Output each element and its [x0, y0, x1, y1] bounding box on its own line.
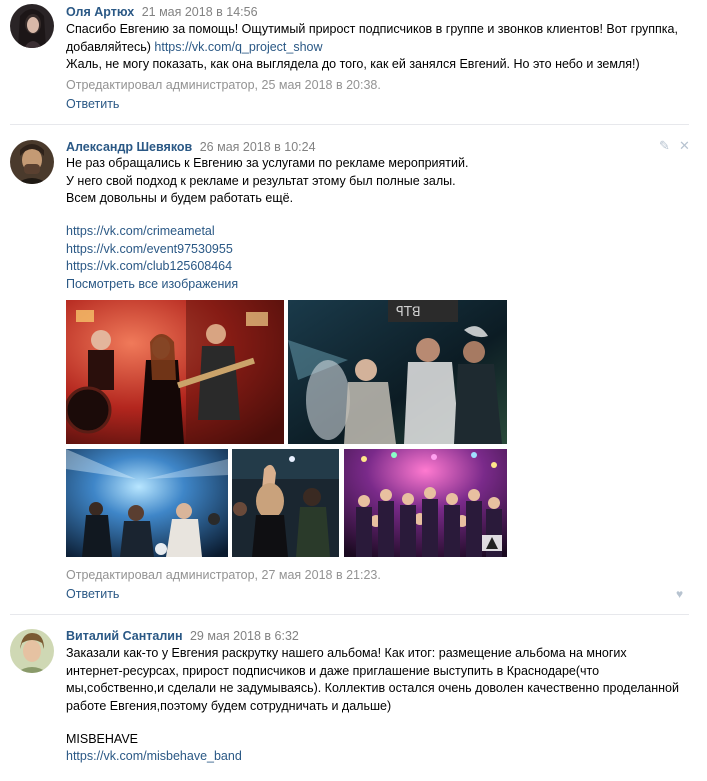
svg-text:ꟼТꓭ: ꟼТꓭ — [396, 305, 421, 320]
band-name: MISBEHAVE — [66, 732, 139, 746]
photo-concert-3[interactable] — [66, 449, 228, 557]
comment-text: Заказали как-то у Евгения раскрутку наше… — [66, 646, 679, 713]
edited-note: Отредактировал администратор, 25 мая 201… — [66, 78, 381, 92]
view-all-images-link[interactable]: Посмотреть все изображения — [66, 277, 238, 291]
comment-link[interactable]: https://vk.com/q_project_show — [154, 40, 322, 54]
photo-concert-1[interactable] — [66, 300, 284, 444]
heart-icon[interactable]: ♥ — [676, 588, 683, 601]
comment-date[interactable]: 21 мая 2018 в 14:56 — [142, 5, 258, 19]
comment-links: https://vk.com/crimeametal https://vk.co… — [66, 223, 689, 293]
comment-text-line: Всем довольны и будем работать ещё. — [66, 191, 294, 205]
avatar[interactable] — [10, 629, 54, 673]
photo-concert-4[interactable] — [232, 449, 339, 557]
pencil-icon[interactable]: ✎ — [659, 139, 670, 152]
avatar[interactable] — [10, 140, 54, 184]
separator — [10, 614, 689, 615]
edited-note: Отредактировал администратор, 27 мая 201… — [66, 568, 381, 582]
concert-photo — [232, 449, 339, 557]
comment-date[interactable]: 26 мая 2018 в 10:24 — [200, 140, 316, 154]
separator — [10, 124, 689, 125]
comment-author[interactable]: Оля Артюх — [66, 5, 134, 19]
avatar-photo — [10, 4, 54, 48]
reply-button[interactable]: Ответить — [66, 586, 119, 602]
comment-text: Спасибо Евгению за помощь! Ощутимый прир… — [66, 21, 689, 74]
comment-link[interactable]: https://vk.com/misbehave_band — [66, 749, 242, 763]
comment-text-line: Жаль, не могу показать, как она выглядел… — [66, 57, 640, 71]
close-icon[interactable]: ✕ — [679, 139, 690, 152]
comment-text-line: Не раз обращались к Евгению за услугами … — [66, 156, 469, 170]
comment-date[interactable]: 29 мая 2018 в 6:32 — [190, 629, 299, 643]
concert-photo: ꟼТꓭ — [288, 300, 507, 444]
reply-button[interactable]: Ответить — [66, 96, 119, 112]
comment-author[interactable]: Александр Шевяков — [66, 140, 192, 154]
comment-author[interactable]: Виталий Санталин — [66, 629, 183, 643]
concert-photo — [66, 449, 228, 557]
comment-text: Не раз обращались к Евгению за услугами … — [66, 155, 689, 208]
concert-photo — [66, 300, 284, 444]
comment-text-line: У него свой подход к рекламе и результат… — [66, 173, 456, 188]
comment-link[interactable]: https://vk.com/club125608464 — [66, 259, 232, 273]
concert-photo — [344, 449, 507, 557]
comment-link[interactable]: https://vk.com/crimeametal — [66, 224, 215, 238]
avatar[interactable] — [10, 4, 54, 48]
avatar-photo — [10, 140, 54, 184]
photo-concert-2[interactable]: ꟼТꓭ — [288, 300, 507, 444]
photo-concert-5[interactable] — [344, 449, 507, 557]
avatar-photo — [10, 629, 54, 673]
comment-link[interactable]: https://vk.com/event97530955 — [66, 242, 233, 256]
